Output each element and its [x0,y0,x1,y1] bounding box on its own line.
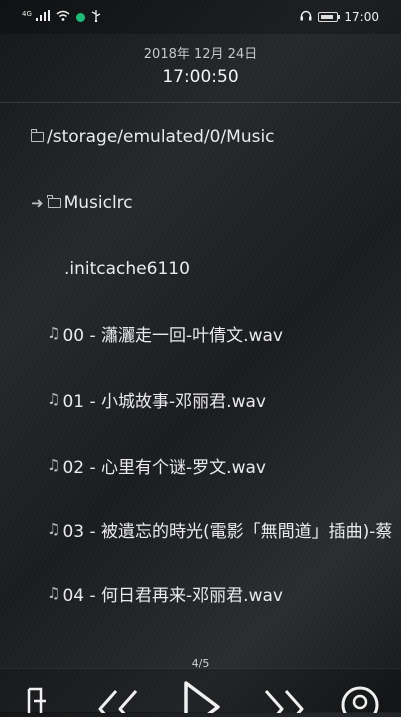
list-item-track[interactable]: ♫ 00 - 瀟灑走一回-叶倩文.wav [0,318,401,348]
music-note-icon: ♫ [47,390,61,408]
wifi-icon [56,10,70,24]
playlist-icon[interactable] [26,687,48,717]
list-item-track[interactable]: ♫ 01 - 小城故事-邓丽君.wav [0,384,401,414]
battery-icon [318,12,341,22]
list-item-file[interactable]: .initcache6110 [0,254,401,284]
folder-icon [47,195,61,208]
notification-dot-icon [75,12,85,22]
status-right: 17:00 [300,10,379,24]
list-item-label: 02 - 心里有个谜-罗文.wav [62,457,266,478]
list-item-label: 00 - 瀟灑走一回-叶倩文.wav [62,325,283,346]
list-item-track[interactable]: ♫ 04 - 何日君再来-邓丽君.wav [0,578,401,608]
header: 2018年 12月 24日 17:00:50 [0,34,401,103]
list-item-label: .initcache6110 [64,259,190,279]
status-bar: 4G 17:00 [0,0,401,34]
date-label: 2018年 12月 24日 [143,47,258,62]
arrow-right-icon: ➜ [31,194,44,212]
list-item-root-folder[interactable]: /storage/emulated/0/Music [0,122,401,152]
list-item-track[interactable]: ♫ 02 - 心里有个谜-罗文.wav [0,450,401,480]
headphones-icon [300,10,312,24]
playback-controls [0,668,401,717]
list-item-label: /storage/emulated/0/Music [47,127,275,147]
usb-icon [91,9,101,25]
list-item-label: Musiclrc [63,193,133,213]
signal-icon: 4G [22,10,50,24]
list-item-label: 03 - 被遺忘的時光(電影「無間道」插曲)-蔡 [62,521,393,542]
rewind-icon[interactable] [96,689,140,717]
settings-icon[interactable] [340,685,380,717]
music-note-icon: ♫ [47,456,61,474]
list-item-current-folder[interactable]: ➜ Musiclrc [0,188,401,218]
list-item-label: 04 - 何日君再来-邓丽君.wav [62,585,283,606]
music-note-icon: ♫ [47,520,61,538]
list-item-label: 01 - 小城故事-邓丽君.wav [62,391,266,412]
clock-label: 17:00:50 [162,67,239,87]
music-note-icon: ♫ [47,324,61,342]
status-left: 4G [22,9,101,25]
list-item-track[interactable]: ♫ 03 - 被遺忘的時光(電影「無間道」插曲)-蔡 [0,514,401,544]
status-time: 17:00 [344,10,379,24]
fast-forward-icon[interactable] [262,689,306,717]
music-note-icon: ♫ [47,584,61,602]
folder-icon [30,129,44,142]
